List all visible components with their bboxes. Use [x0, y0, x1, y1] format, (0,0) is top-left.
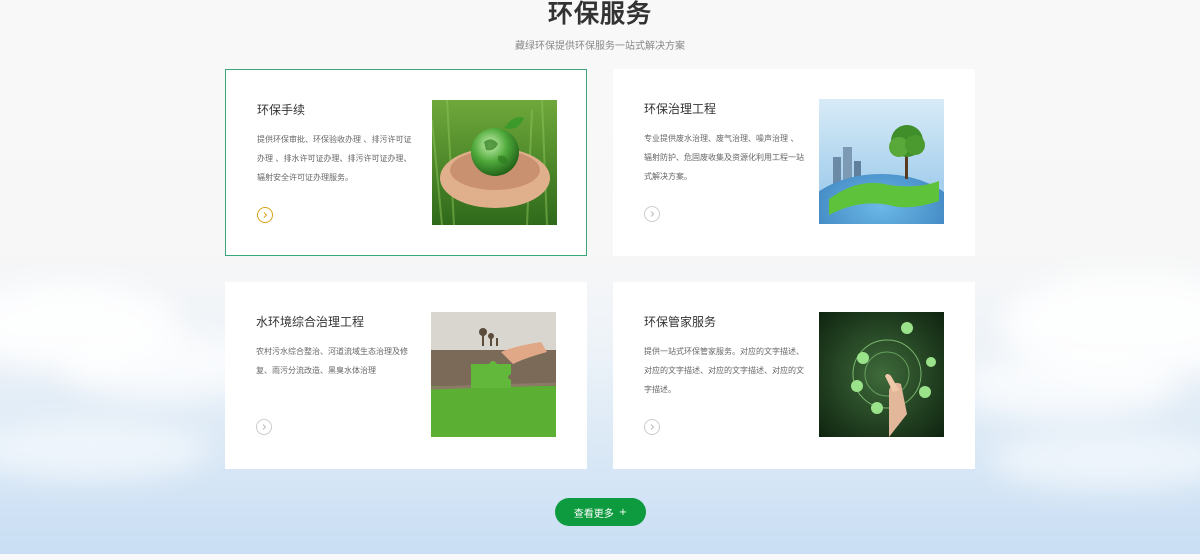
service-card-engineering[interactable]: 环保治理工程 专业提供废水治理、废气治理、噪声治理 、辐射防护、危固废收集及资源… [613, 69, 975, 256]
chevron-right-icon[interactable] [257, 207, 273, 223]
service-card-title: 环保手续 [257, 103, 306, 117]
section-title: 环保服务 [547, 0, 652, 28]
plus-icon: + [618, 506, 628, 518]
earth-city-image [819, 99, 944, 224]
puzzle-grass-image [431, 312, 556, 437]
eco-tech-hand-image [819, 312, 944, 437]
chevron-right-icon[interactable] [644, 419, 660, 435]
service-card-description: 专业提供废水治理、废气治理、噪声治理 、辐射防护、危固废收集及资源化利用工程一站… [644, 134, 804, 181]
section-subtitle: 藏绿环保提供环保服务一站式解决方案 [515, 41, 685, 52]
service-card-water[interactable]: 水环境综合治理工程 农村污水综合整治、河道流域生态治理及修复、雨污分流改造、黑臭… [225, 282, 587, 469]
service-card-description: 提供一站式环保管家服务。对应的文字描述、对应的文字描述、对应的文字描述、对应的文… [644, 347, 804, 394]
chevron-right-icon[interactable] [256, 419, 272, 435]
service-card-title: 环保治理工程 [644, 102, 717, 116]
service-card-title: 环保管家服务 [644, 315, 717, 329]
view-more-label: 查看更多 [573, 508, 614, 520]
service-card-steward[interactable]: 环保管家服务 提供一站式环保管家服务。对应的文字描述、对应的文字描述、对应的文字… [613, 282, 975, 469]
service-card-description: 农村污水综合整治、河道流域生态治理及修复、雨污分流改造、黑臭水体治理 [256, 347, 408, 375]
chevron-right-icon[interactable] [644, 206, 660, 222]
service-card-title: 水环境综合治理工程 [256, 315, 365, 329]
service-card-description: 提供环保审批、环保验收办理 、排污许可证办理 、排水许可证办理、排污许可证办理、… [257, 135, 412, 182]
service-card-permits[interactable]: 环保手续 提供环保审批、环保验收办理 、排污许可证办理 、排水许可证办理、排污许… [225, 69, 587, 256]
hands-globe-image [432, 100, 557, 225]
view-more-button[interactable]: 查看更多 + [555, 498, 646, 526]
